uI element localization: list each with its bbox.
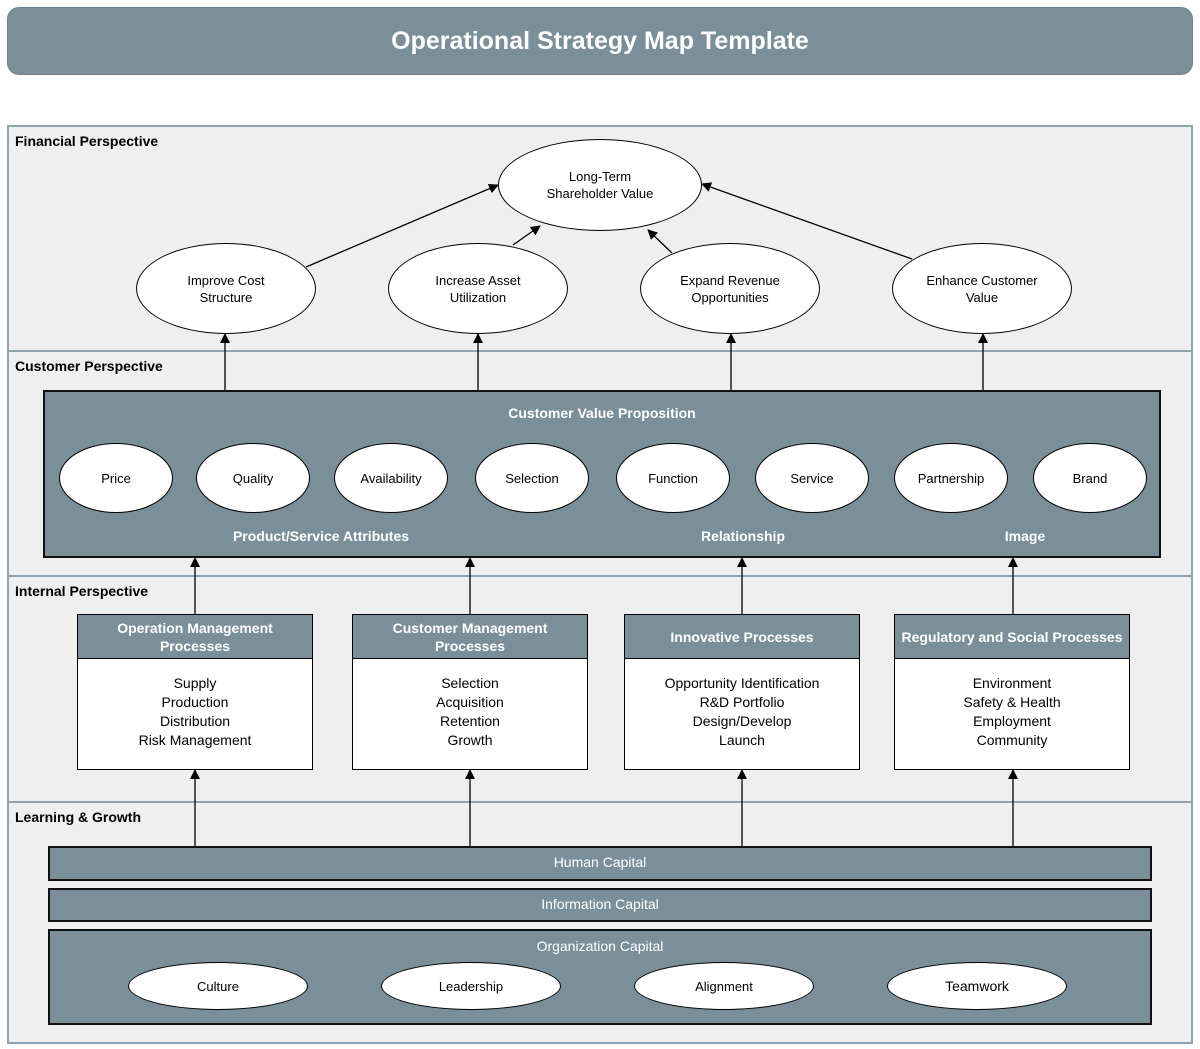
customer-perspective-label: Customer Perspective: [15, 358, 163, 374]
objective-label-line2: Structure: [199, 289, 253, 305]
process-item: R&D Portfolio: [699, 694, 785, 710]
process-item: Design/Develop: [692, 713, 792, 729]
objective-expand-revenue-opportunities[interactable]: Expand Revenue Opportunities: [640, 243, 820, 334]
org-item-leadership[interactable]: Leadership: [381, 962, 561, 1010]
human-capital-label: Human Capital: [553, 854, 647, 870]
learning-growth-label: Learning & Growth: [15, 809, 141, 825]
process-item: Environment: [972, 675, 1052, 691]
process-customer-management[interactable]: Customer Management Processes Selection …: [352, 614, 588, 770]
attribute-partnership[interactable]: Partnership: [894, 443, 1008, 513]
attribute-quality[interactable]: Quality: [196, 443, 310, 513]
process-innovative[interactable]: Innovative Processes Opportunity Identif…: [624, 614, 860, 770]
org-item-alignment[interactable]: Alignment: [634, 962, 814, 1010]
process-title: Operation Management Processes: [78, 615, 312, 659]
attribute-function[interactable]: Function: [616, 443, 730, 513]
internal-perspective-label: Internal Perspective: [15, 583, 149, 599]
process-title: Innovative Processes: [625, 615, 859, 659]
information-capital-label: Information Capital: [541, 896, 659, 912]
attribute-price[interactable]: Price: [59, 443, 173, 513]
attribute-availability[interactable]: Availability: [334, 443, 448, 513]
attribute-selection[interactable]: Selection: [475, 443, 589, 513]
objective-label-line1: Enhance Customer: [926, 272, 1038, 288]
objective-enhance-customer-value[interactable]: Enhance Customer Value: [892, 243, 1072, 334]
objective-label-line2: Value: [965, 289, 999, 305]
process-item: Retention: [440, 713, 500, 729]
organization-capital-label: Organization Capital: [536, 938, 664, 954]
objective-label-line2: Utilization: [449, 289, 507, 305]
group-relationship: Relationship: [700, 528, 785, 544]
org-item-teamwork[interactable]: Teamwork: [887, 962, 1067, 1010]
objective-increase-asset-utilization[interactable]: Increase Asset Utilization: [388, 243, 568, 334]
process-item: Supply: [173, 675, 217, 691]
process-operation-management[interactable]: Operation Management Processes Supply Pr…: [77, 614, 313, 770]
process-item: Distribution: [159, 713, 231, 729]
objective-label-line1: Increase Asset: [435, 272, 521, 288]
group-image: Image: [1004, 528, 1046, 544]
process-item: Selection: [441, 675, 499, 691]
attribute-service[interactable]: Service: [755, 443, 869, 513]
attribute-brand[interactable]: Brand: [1033, 443, 1147, 513]
org-item-culture[interactable]: Culture: [128, 962, 308, 1010]
shareholder-value-line1: Long-Term: [568, 169, 632, 184]
process-regulatory-social[interactable]: Regulatory and Social Processes Environm…: [894, 614, 1130, 770]
objective-label-line2: Opportunities: [691, 289, 769, 305]
process-item: Launch: [719, 732, 765, 748]
process-item: Risk Management: [138, 732, 252, 748]
process-title: Regulatory and Social Processes: [895, 615, 1129, 659]
shareholder-value-line2: Shareholder Value: [546, 186, 654, 201]
customer-value-proposition-heading: Customer Value Proposition: [508, 405, 696, 421]
objective-label-line1: Expand Revenue: [680, 272, 780, 288]
title-banner: Operational Strategy Map Template: [7, 7, 1193, 75]
process-item: Employment: [973, 713, 1051, 729]
process-item: Safety & Health: [963, 694, 1061, 710]
process-item: Community: [976, 732, 1048, 748]
objective-label-line1: Improve Cost: [187, 272, 265, 288]
group-product-service-attributes: Product/Service Attributes: [232, 528, 410, 544]
process-title: Customer Management Processes: [353, 615, 587, 659]
process-item: Growth: [447, 732, 493, 748]
process-item: Production: [161, 694, 229, 710]
page-title: Operational Strategy Map Template: [391, 26, 809, 55]
process-item: Acquisition: [436, 694, 504, 710]
process-item: Opportunity Identification: [664, 675, 820, 691]
objective-improve-cost-structure[interactable]: Improve Cost Structure: [136, 243, 316, 334]
shareholder-value-node[interactable]: Long-Term Shareholder Value: [498, 139, 702, 231]
financial-perspective-label: Financial Perspective: [15, 133, 159, 149]
